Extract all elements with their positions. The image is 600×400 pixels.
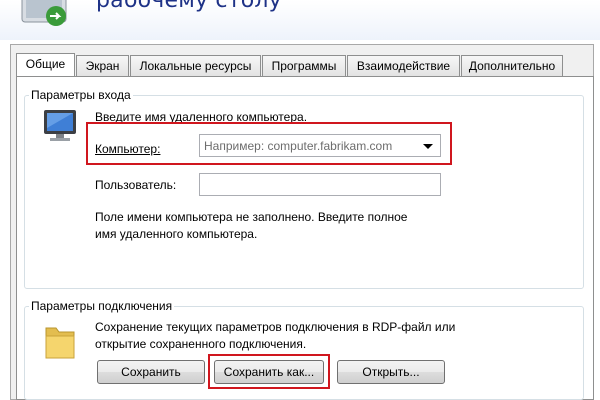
rdp-window: рабочему столу Общие Экран Локальные рес… [0,0,600,400]
group-label-login: Параметры входа [29,88,133,102]
hint-line-2: имя удаленного компьютера. [95,227,258,241]
tab-programs[interactable]: Программы [262,55,346,76]
group-label-connection: Параметры подключения [29,299,175,313]
remote-desktop-icon [21,0,67,26]
tab-display[interactable]: Экран [76,55,129,76]
monitor-icon [44,110,76,141]
user-input[interactable] [199,173,441,196]
connection-desc-line-1: Сохранение текущих параметров подключени… [95,320,456,334]
hint-line-1: Поле имени компьютера не заполнено. Введ… [95,210,408,224]
connection-desc-line-2: открытие сохраненного подключения. [95,337,307,351]
window-title: рабочему столу [96,0,282,13]
highlight-computer [86,122,452,165]
tab-experience[interactable]: Взаимодействие [347,55,460,76]
tab-general[interactable]: Общие [16,53,75,76]
folder-icon [45,327,75,359]
save-button[interactable]: Сохранить [97,360,205,384]
highlight-save-as [208,354,330,389]
tab-advanced[interactable]: Дополнительно [461,55,563,76]
user-label: Пользователь: [95,178,177,192]
window-header: рабочему столу [0,0,600,40]
open-button[interactable]: Открыть... [337,360,445,384]
tab-local-resources[interactable]: Локальные ресурсы [130,55,261,76]
